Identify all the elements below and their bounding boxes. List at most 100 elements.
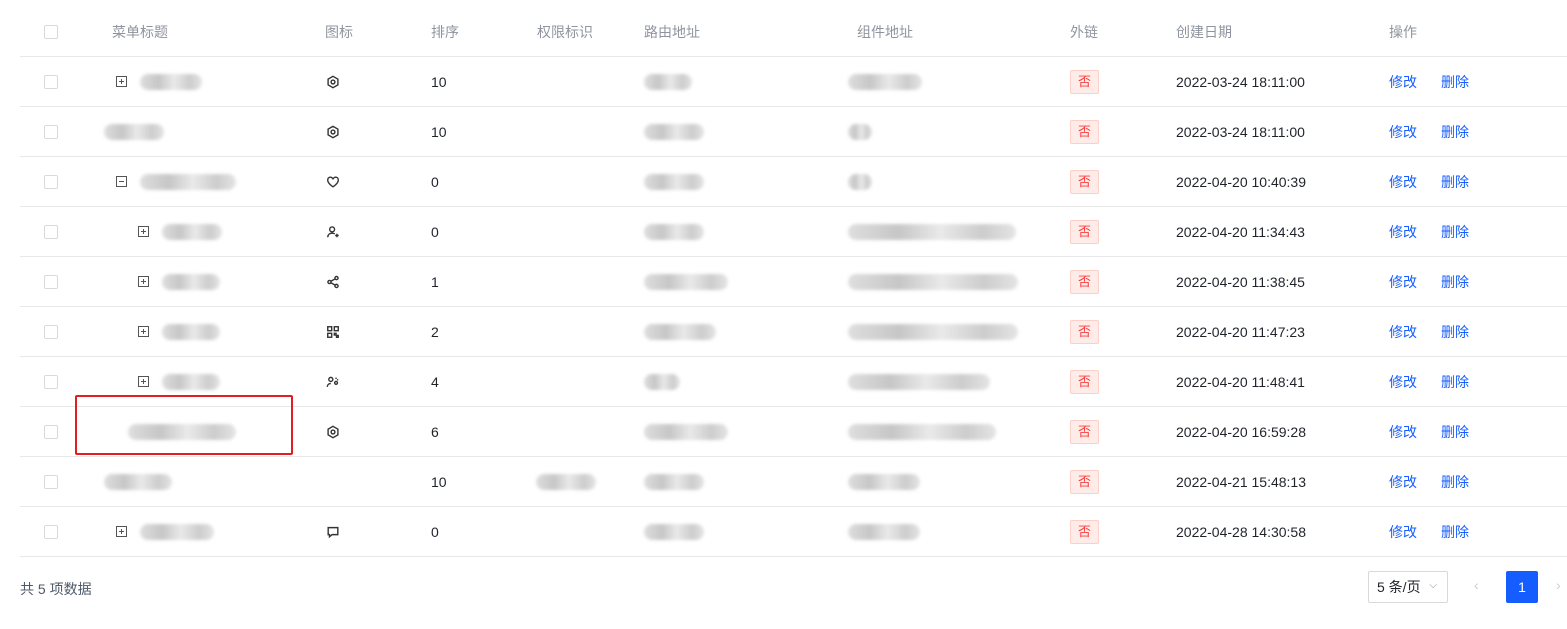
header-external: 外链 (1070, 24, 1098, 40)
expand-icon[interactable] (116, 526, 127, 537)
created-date: 2022-04-20 16:59:28 (1176, 423, 1306, 440)
sort-order: 0 (431, 173, 439, 190)
delete-button[interactable]: 删除 (1441, 422, 1469, 442)
menu-title (162, 273, 220, 290)
route-path (644, 123, 704, 140)
page-size-value: 5 条/页 (1377, 579, 1421, 595)
component-path (848, 373, 990, 390)
component-path (848, 123, 872, 140)
menu-title (162, 373, 220, 390)
table-row: 2 否 2022-04-20 11:47:23 修改 删除 (20, 307, 1567, 357)
component-path (848, 273, 1018, 290)
edit-button[interactable]: 修改 (1389, 372, 1417, 392)
external-link-badge: 否 (1070, 219, 1100, 244)
qrcode-icon (326, 307, 340, 356)
edit-button[interactable]: 修改 (1389, 322, 1417, 342)
row-checkbox[interactable] (44, 474, 58, 489)
route-path (644, 423, 728, 440)
menu-title (140, 523, 214, 540)
share-icon (326, 257, 340, 306)
header-title: 菜单标题 (112, 24, 168, 40)
component-path (848, 223, 1016, 240)
external-link-badge: 否 (1070, 519, 1100, 544)
created-date: 2022-04-20 11:48:41 (1176, 373, 1305, 390)
page-size-select[interactable]: 5 条/页 ⌵ (1368, 571, 1448, 603)
edit-button[interactable]: 修改 (1389, 222, 1417, 242)
row-checkbox[interactable] (44, 124, 58, 139)
component-path (848, 523, 920, 540)
route-path (644, 323, 716, 340)
external-link-badge: 否 (1070, 469, 1100, 494)
expand-icon[interactable] (138, 326, 149, 337)
select-all-checkbox[interactable] (44, 25, 58, 39)
setting-icon (326, 57, 340, 106)
edit-button[interactable]: 修改 (1389, 72, 1417, 92)
edit-button[interactable]: 修改 (1389, 422, 1417, 442)
expand-icon[interactable] (138, 226, 149, 237)
component-path (848, 423, 996, 440)
setting-icon (326, 107, 340, 156)
menu-title (162, 323, 220, 340)
next-page-icon[interactable]: › (1556, 577, 1561, 593)
chevron-down-icon: ⌵ (1429, 580, 1437, 591)
sort-order: 1 (431, 273, 439, 290)
header-icon: 图标 (325, 24, 353, 40)
sort-order: 2 (431, 323, 439, 340)
delete-button[interactable]: 删除 (1441, 272, 1469, 292)
created-date: 2022-03-24 18:11:00 (1176, 123, 1305, 140)
delete-button[interactable]: 删除 (1441, 472, 1469, 492)
delete-button[interactable]: 删除 (1441, 322, 1469, 342)
menu-title (104, 473, 172, 490)
route-path (644, 223, 704, 240)
row-checkbox[interactable] (44, 374, 58, 389)
collapse-icon[interactable] (116, 176, 127, 187)
edit-button[interactable]: 修改 (1389, 272, 1417, 292)
sort-order: 6 (431, 423, 439, 440)
delete-button[interactable]: 删除 (1441, 122, 1469, 142)
header-order: 排序 (431, 24, 459, 40)
heart-icon (326, 157, 340, 206)
delete-button[interactable]: 删除 (1441, 372, 1469, 392)
edit-button[interactable]: 修改 (1389, 472, 1417, 492)
header-component: 组件地址 (857, 24, 913, 40)
delete-button[interactable]: 删除 (1441, 222, 1469, 242)
prev-page-icon[interactable]: ‹ (1474, 577, 1479, 593)
route-path (644, 523, 704, 540)
table-row: 0 否 2022-04-20 11:34:43 修改 删除 (20, 207, 1567, 257)
current-page-button[interactable]: 1 (1506, 571, 1538, 603)
table-row: 1 否 2022-04-20 11:38:45 修改 删除 (20, 257, 1567, 307)
created-date: 2022-04-20 11:47:23 (1176, 323, 1305, 340)
edit-button[interactable]: 修改 (1389, 122, 1417, 142)
expand-icon[interactable] (138, 376, 149, 387)
header-select-all (44, 8, 58, 56)
route-path (644, 173, 704, 190)
total-count: 共 5 项数据 (20, 581, 92, 597)
route-path (644, 473, 704, 490)
component-path (848, 323, 1018, 340)
edit-button[interactable]: 修改 (1389, 172, 1417, 192)
expand-icon[interactable] (116, 76, 127, 87)
row-checkbox[interactable] (44, 324, 58, 339)
row-checkbox[interactable] (44, 174, 58, 189)
menu-title (140, 73, 202, 90)
setting-icon (326, 407, 340, 456)
row-checkbox[interactable] (44, 274, 58, 289)
row-checkbox[interactable] (44, 424, 58, 439)
menu-title (162, 223, 222, 240)
highlight-box (75, 395, 293, 455)
edit-button[interactable]: 修改 (1389, 522, 1417, 542)
row-checkbox[interactable] (44, 224, 58, 239)
header-permission: 权限标识 (537, 24, 593, 40)
row-checkbox[interactable] (44, 74, 58, 89)
created-date: 2022-04-21 15:48:13 (1176, 473, 1306, 490)
message-icon (326, 507, 340, 556)
expand-icon[interactable] (138, 276, 149, 287)
header-created: 创建日期 (1176, 24, 1232, 40)
sort-order: 10 (431, 473, 447, 490)
delete-button[interactable]: 删除 (1441, 72, 1469, 92)
delete-button[interactable]: 删除 (1441, 522, 1469, 542)
external-link-badge: 否 (1070, 119, 1100, 144)
row-checkbox[interactable] (44, 524, 58, 539)
delete-button[interactable]: 删除 (1441, 172, 1469, 192)
permission-key (536, 473, 596, 490)
